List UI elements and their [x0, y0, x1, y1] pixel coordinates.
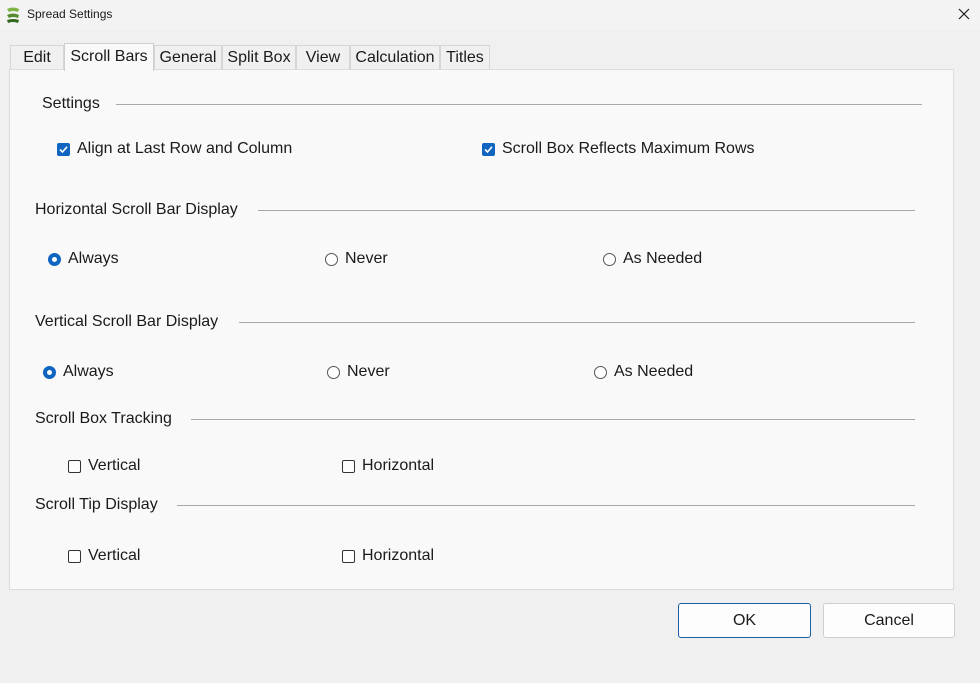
scroll-box-max-rows-label: Scroll Box Reflects Maximum Rows: [502, 140, 755, 157]
tab-view[interactable]: View: [296, 45, 350, 70]
checkbox-checked-icon: [57, 143, 70, 156]
radio-selected-icon: [43, 366, 56, 379]
radio-unselected-icon: [594, 366, 607, 379]
horizontal-always-label: Always: [68, 250, 119, 267]
scroll-tip-display-section-title: Scroll Tip Display: [35, 496, 158, 513]
ok-button[interactable]: OK: [678, 603, 811, 638]
tip-vertical-label: Vertical: [88, 547, 141, 564]
tab-scroll-bars[interactable]: Scroll Bars: [64, 43, 154, 71]
vertical-always-label: Always: [63, 363, 114, 380]
tab-edit[interactable]: Edit: [10, 45, 64, 70]
vertical-never-label: Never: [347, 363, 390, 380]
horizontal-as-needed-label: As Needed: [623, 250, 703, 267]
settings-section-title: Settings: [42, 95, 100, 112]
cancel-button[interactable]: Cancel: [823, 603, 955, 638]
scroll-box-tracking-section-title: Scroll Box Tracking: [35, 410, 172, 427]
radio-unselected-icon: [603, 253, 616, 266]
window-title: Spread Settings: [27, 7, 113, 21]
align-last-row-column-label: Align at Last Row and Column: [77, 140, 293, 157]
horizontal-display-divider: [258, 210, 915, 211]
close-icon: [958, 8, 970, 20]
title-bar: Spread Settings: [0, 0, 980, 30]
tip-horizontal-label: Horizontal: [362, 547, 435, 564]
tab-titles[interactable]: Titles: [440, 45, 490, 70]
checkbox-unchecked-icon: [68, 460, 81, 473]
tab-split-box[interactable]: Split Box: [222, 45, 296, 70]
close-button[interactable]: [946, 0, 980, 30]
vertical-display-section-title: Vertical Scroll Bar Display: [35, 313, 219, 330]
checkbox-unchecked-icon: [342, 550, 355, 563]
checkbox-unchecked-icon: [68, 550, 81, 563]
spread-logo-icon: [4, 6, 22, 24]
radio-selected-icon: [48, 253, 61, 266]
tab-general[interactable]: General: [154, 45, 222, 70]
radio-unselected-icon: [325, 253, 338, 266]
radio-unselected-icon: [327, 366, 340, 379]
tracking-horizontal-label: Horizontal: [362, 457, 435, 474]
checkbox-checked-icon: [482, 143, 495, 156]
vertical-as-needed-label: As Needed: [614, 363, 694, 380]
scroll-tip-display-divider: [177, 505, 915, 506]
horizontal-display-section-title: Horizontal Scroll Bar Display: [35, 201, 238, 218]
vertical-display-divider: [239, 322, 915, 323]
checkbox-unchecked-icon: [342, 460, 355, 473]
horizontal-never-label: Never: [345, 250, 388, 267]
tracking-vertical-label: Vertical: [88, 457, 141, 474]
tab-calculation[interactable]: Calculation: [350, 45, 440, 70]
scroll-box-tracking-divider: [191, 419, 915, 420]
settings-divider: [116, 104, 922, 105]
